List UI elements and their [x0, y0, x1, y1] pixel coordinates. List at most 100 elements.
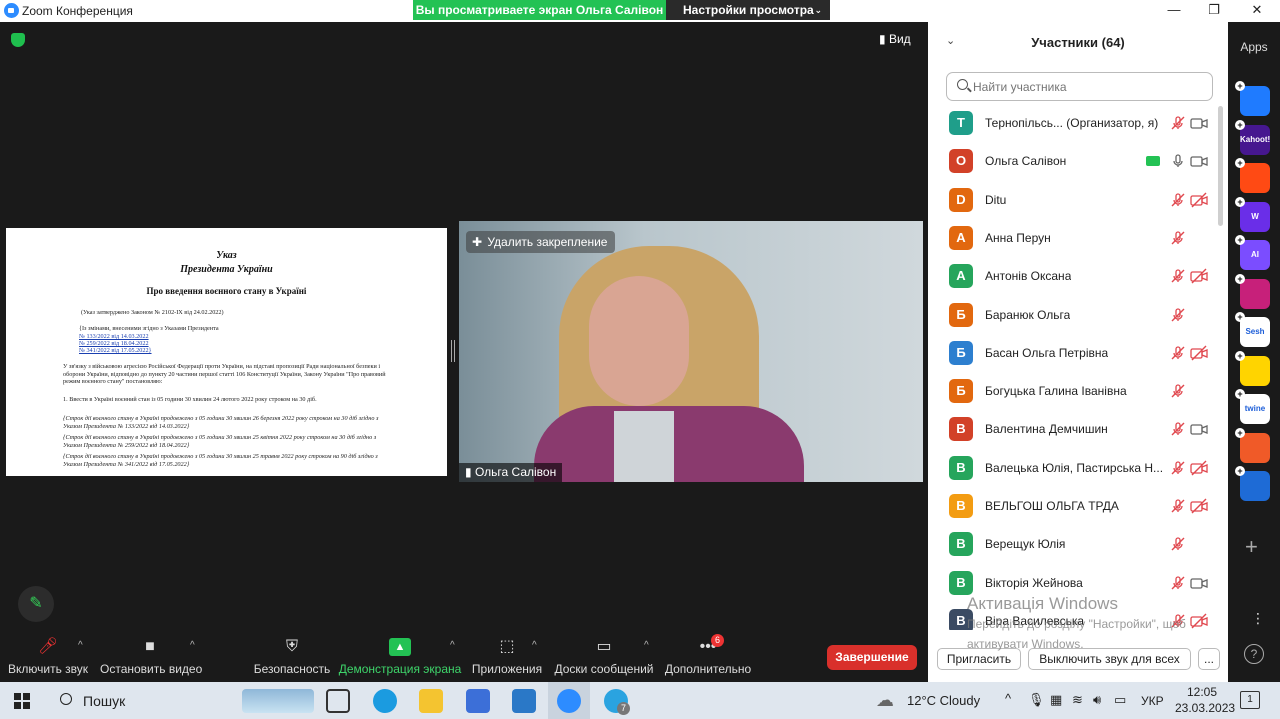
video-options-caret-icon[interactable]: ^ [190, 640, 195, 651]
apps-button[interactable]: ⬚ Приложения [470, 628, 544, 682]
app-icon-app-8[interactable]: + [1235, 350, 1270, 386]
close-icon[interactable]: ✕ [1249, 2, 1265, 18]
app-icon-sesh[interactable]: + Sesh [1235, 312, 1270, 347]
mic-muted-icon[interactable] [1170, 192, 1186, 208]
mic-muted-icon[interactable] [1170, 115, 1186, 131]
apps-options-caret-icon[interactable]: ^ [532, 640, 537, 651]
add-app-plus-icon[interactable]: + [1235, 273, 1245, 284]
apps-more-icon[interactable]: ⋮ [1251, 610, 1265, 627]
security-button[interactable]: ⛨ Безопасность [252, 628, 332, 682]
speaker-icon[interactable]: 🔊︎ [1093, 692, 1101, 708]
view-button[interactable]: ▮ Вид [879, 32, 911, 46]
store-icon[interactable] [466, 689, 490, 713]
mic-muted-icon[interactable] [1170, 307, 1186, 323]
app-icon-wordwall[interactable]: + W [1235, 196, 1270, 232]
add-app-icon[interactable]: + [1245, 534, 1258, 560]
mic-muted-icon[interactable] [1170, 421, 1186, 437]
taskbar-widget-image[interactable] [242, 689, 314, 713]
camera-off-icon[interactable] [1190, 460, 1208, 476]
participant-search-input[interactable] [973, 78, 1203, 96]
clock-time[interactable]: 12:05 [1187, 685, 1217, 699]
mic-muted-icon[interactable] [1170, 383, 1186, 399]
app-icon-app-6[interactable]: + [1235, 273, 1270, 309]
participant-search[interactable] [946, 72, 1213, 101]
participant-video[interactable] [459, 221, 923, 482]
task-view-icon[interactable] [326, 689, 350, 713]
audio-options-caret-icon[interactable]: ^ [78, 640, 83, 651]
clock-date[interactable]: 23.03.2023 [1175, 701, 1235, 715]
add-app-plus-icon[interactable]: + [1235, 81, 1245, 91]
participant-row[interactable]: В Валецька Юлія, Пастирська Н... [928, 451, 1218, 489]
add-app-plus-icon[interactable]: + [1235, 235, 1245, 245]
add-app-plus-icon[interactable]: + [1235, 389, 1245, 399]
participant-row[interactable]: Б Басан Ольга Петрівна [928, 336, 1218, 374]
whiteboards-button[interactable]: ▭ Доски сообщений [552, 628, 656, 682]
add-app-plus-icon[interactable]: + [1235, 350, 1245, 361]
camera-icon[interactable] [1190, 421, 1208, 437]
app-icon-twine[interactable]: + twine [1235, 389, 1270, 424]
participant-row[interactable]: В ВЕЛЬГОШ ОЛЬГА ТРДА [928, 489, 1218, 527]
add-app-plus-icon[interactable]: + [1235, 466, 1245, 476]
battery-icon[interactable]: ▭ [1114, 692, 1126, 708]
view-settings-button[interactable]: Настройки просмотра ⌄ [666, 0, 830, 20]
stop-video-button[interactable]: ■ Остановить видео [100, 628, 202, 682]
mic-muted-icon[interactable] [1170, 345, 1186, 361]
tray-expand-icon[interactable]: ^ [1005, 691, 1011, 706]
camera-icon[interactable] [1190, 115, 1208, 131]
doc-change-link-3[interactable]: № 341/2022 від 17.05.2022} [79, 347, 152, 355]
mail-icon[interactable] [512, 689, 536, 713]
participant-row[interactable]: Б Баранюк Ольга [928, 298, 1218, 336]
add-app-plus-icon[interactable]: + [1235, 158, 1245, 168]
camera-off-icon[interactable] [1190, 498, 1208, 514]
add-app-plus-icon[interactable]: + [1235, 312, 1245, 322]
security-shield-icon[interactable] [11, 33, 25, 47]
windows-start-icon[interactable] [14, 693, 30, 709]
app-icon-app-5[interactable]: + AI [1235, 235, 1270, 270]
camera-off-icon[interactable] [1190, 192, 1208, 208]
app-icon-app-10[interactable]: + [1235, 427, 1270, 463]
participant-row[interactable]: А Анна Перун [928, 221, 1218, 259]
participant-row[interactable]: Б Богуцька Галина Іванівна [928, 374, 1218, 412]
mic-muted-icon[interactable] [1170, 230, 1186, 246]
edge-icon[interactable] [373, 689, 397, 713]
camera-off-icon[interactable] [1190, 268, 1208, 284]
camera-icon[interactable] [1190, 575, 1208, 591]
participant-row[interactable]: В Верещук Юлія [928, 527, 1218, 565]
app-icon-app-3[interactable]: + [1235, 158, 1270, 193]
participant-row[interactable]: D Ditu [928, 183, 1218, 221]
mic-muted-icon[interactable] [1170, 536, 1186, 552]
app-icon-kahoot[interactable]: + Kahoot! [1235, 119, 1270, 155]
unmute-button[interactable]: 🎤︎ Включить звук [4, 628, 92, 682]
camera-icon[interactable] [1190, 153, 1208, 169]
zoom-taskbar-button[interactable] [548, 682, 590, 719]
mic-tray-icon[interactable]: 🎙︎ [1028, 692, 1045, 708]
mic-muted-icon[interactable] [1170, 498, 1186, 514]
mic-muted-icon[interactable] [1170, 460, 1186, 476]
restore-icon[interactable]: ❐ [1206, 2, 1222, 18]
wifi-icon[interactable]: ≋ [1072, 692, 1083, 708]
app-icon-app-11[interactable]: + [1235, 466, 1270, 501]
more-button[interactable]: ••• Дополнительно [662, 628, 754, 682]
help-icon[interactable]: ? [1244, 644, 1264, 664]
participant-row[interactable]: В Валентина Демчишин [928, 412, 1218, 450]
telegram-icon[interactable]: 7 [604, 689, 630, 715]
share-options-caret-icon[interactable]: ^ [450, 640, 455, 651]
participant-row[interactable]: А Антонів Оксана [928, 259, 1218, 297]
weather-text[interactable]: 12°C Cloudy [907, 693, 980, 708]
network-icon[interactable]: ▦ [1050, 692, 1062, 708]
camera-off-icon[interactable] [1190, 345, 1208, 361]
file-explorer-icon[interactable] [419, 689, 443, 713]
whiteboard-options-caret-icon[interactable]: ^ [644, 640, 649, 651]
end-meeting-button[interactable]: Завершение [827, 645, 917, 670]
app-icon-app-1[interactable]: + [1235, 81, 1270, 116]
split-view-handle[interactable] [451, 340, 455, 362]
camera-off-icon[interactable] [1190, 613, 1208, 629]
notification-icon[interactable]: 1 [1240, 691, 1260, 709]
minimize-icon[interactable]: — [1166, 2, 1182, 18]
annotate-pen-button[interactable]: ✎ [18, 586, 54, 622]
add-app-plus-icon[interactable]: + [1235, 427, 1245, 438]
mic-muted-icon[interactable] [1170, 268, 1186, 284]
add-app-plus-icon[interactable]: + [1235, 119, 1245, 130]
mic-icon[interactable] [1170, 153, 1186, 169]
share-screen-button[interactable]: ▲ Демонстрация экрана [338, 628, 462, 682]
